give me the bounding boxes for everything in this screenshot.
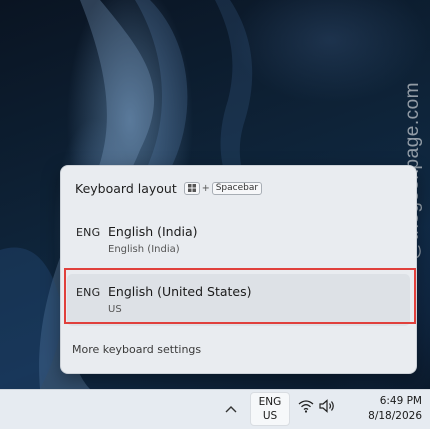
input-language-button[interactable]: ENG US (250, 392, 290, 426)
windows-key-icon (183, 181, 200, 195)
shortcut-plus: + (201, 182, 210, 194)
layout-code: ENG (76, 226, 101, 239)
taskbar-clock[interactable]: 6:49 PM 8/18/2026 (358, 394, 422, 424)
shortcut-hint: + Spacebar (183, 181, 263, 195)
chevron-up-icon[interactable] (222, 400, 240, 418)
input-layout-code: US (262, 410, 278, 422)
clock-time: 6:49 PM (379, 395, 422, 407)
input-language-code: ENG (258, 396, 282, 408)
flyout-title: Keyboard layout (75, 180, 177, 196)
layout-name: English (United States) (108, 284, 252, 299)
wifi-icon[interactable] (298, 399, 314, 413)
keyboard-layout-flyout: Keyboard layout + Spacebar ENG English (… (60, 165, 417, 374)
flyout-header: Keyboard layout + Spacebar (75, 179, 263, 197)
layout-subtitle: English (India) (108, 244, 180, 255)
system-tray-icons[interactable] (298, 399, 337, 413)
layout-option-english-us[interactable]: ENG English (United States) US (67, 274, 410, 326)
clock-date: 8/18/2026 (368, 410, 422, 422)
taskbar: ENG US 6:49 PM 8/18/2026 (0, 389, 430, 429)
more-keyboard-settings-link[interactable]: More keyboard settings (72, 343, 201, 356)
layout-code: ENG (76, 286, 101, 299)
speaker-icon[interactable] (319, 399, 337, 413)
layout-option-english-india[interactable]: ENG English (India) English (India) (67, 214, 410, 266)
layout-subtitle: US (108, 304, 122, 315)
layout-name: English (India) (108, 224, 198, 239)
spacebar-key: Spacebar (211, 181, 263, 195)
